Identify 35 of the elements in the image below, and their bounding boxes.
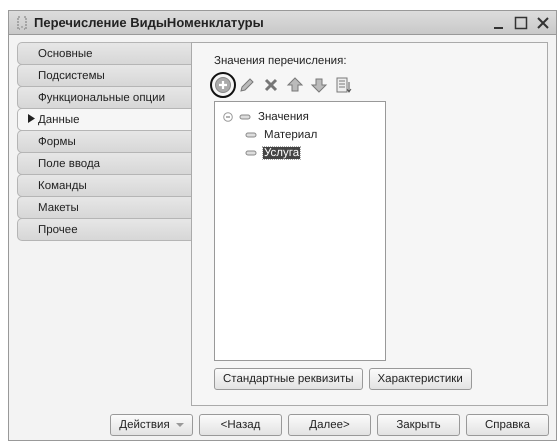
sort-list-icon[interactable] xyxy=(334,76,352,94)
panel-button[interactable]: Характеристики xyxy=(368,368,472,390)
actions-dropdown[interactable]: Действия xyxy=(110,414,193,436)
up-arrow-icon[interactable] xyxy=(286,76,304,94)
footer-button[interactable]: Далее> xyxy=(288,414,371,436)
collapse-icon[interactable] xyxy=(223,112,233,122)
tab[interactable]: Функциональные опции xyxy=(17,86,191,109)
section-label: Значения перечисления: xyxy=(214,55,348,67)
panel-button[interactable]: Стандартные реквизиты xyxy=(214,368,362,390)
close-icon[interactable] xyxy=(536,16,550,30)
tab[interactable]: Прочее xyxy=(17,218,191,241)
tab[interactable]: Команды xyxy=(17,174,191,197)
pencil-icon[interactable] xyxy=(238,76,256,94)
attribute-icon xyxy=(245,132,257,138)
tree-item[interactable]: Материал xyxy=(263,129,318,141)
footer-button[interactable]: Справка xyxy=(466,414,549,436)
tab[interactable]: Формы xyxy=(17,130,191,153)
tab[interactable]: Поле ввода xyxy=(17,152,191,175)
down-arrow-icon[interactable] xyxy=(310,76,328,94)
caret-icon xyxy=(176,423,184,427)
delete-icon[interactable] xyxy=(262,76,280,94)
tab[interactable]: Основные xyxy=(17,42,191,65)
add-icon[interactable] xyxy=(214,76,232,94)
tab[interactable]: Подсистемы xyxy=(17,64,191,87)
attribute-icon xyxy=(239,114,251,120)
selected-marker-icon xyxy=(28,114,35,123)
footer-button[interactable]: Закрыть xyxy=(377,414,460,436)
maximize-icon[interactable] xyxy=(514,16,528,30)
tree-item[interactable]: Услуга xyxy=(263,147,300,159)
form-icon xyxy=(15,14,29,30)
tree-item[interactable]: Значения xyxy=(257,111,310,123)
window-title: Перечисление ВидыНоменклатуры xyxy=(34,15,265,30)
tab[interactable]: Макеты xyxy=(17,196,191,219)
attribute-icon xyxy=(245,150,257,156)
footer-button[interactable]: <Назад xyxy=(199,414,282,436)
